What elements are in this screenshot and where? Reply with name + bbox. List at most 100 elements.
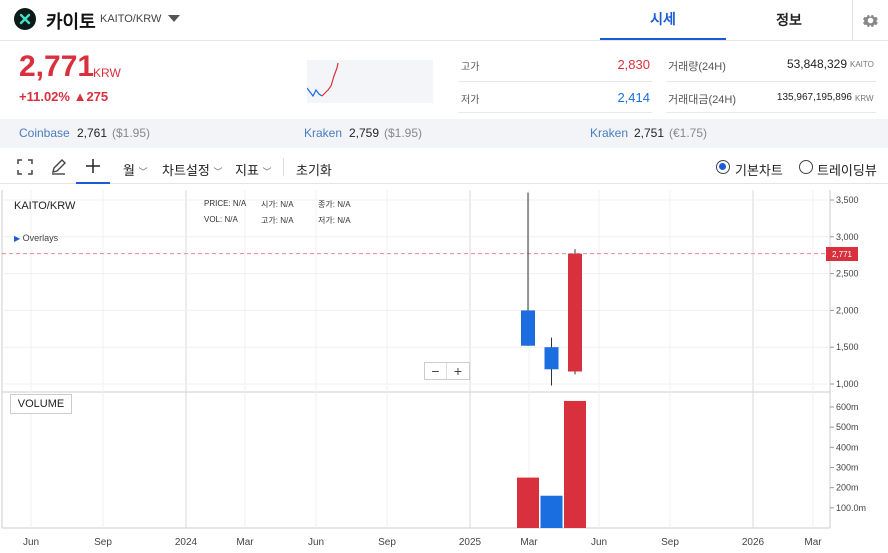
- volume-label: 거래량(24H): [668, 61, 726, 73]
- volume-tick-label: 500m: [836, 422, 859, 432]
- volume-tick-label: 400m: [836, 442, 859, 452]
- amount-label: 거래대금(24H): [668, 94, 736, 106]
- volume-value: 53,848,329: [786, 57, 847, 71]
- info-label: VOL:: [204, 215, 223, 224]
- mini-price-chart: [306, 60, 433, 103]
- price-tick-label: 2,000: [836, 305, 859, 315]
- high-info: 고가: N/A: [261, 215, 294, 226]
- exchange-usd: ($1.95): [112, 126, 151, 140]
- info-value: N/A: [337, 216, 351, 225]
- info-value: N/A: [224, 215, 238, 224]
- info-value: N/A: [280, 216, 294, 225]
- chart-symbol: KAITO/KRW: [14, 200, 76, 212]
- low-label: 저가: [461, 95, 480, 106]
- price-tick-label: 3,500: [836, 195, 859, 205]
- info-label: 고가:: [261, 216, 278, 225]
- x-tick-label: Mar: [520, 537, 538, 548]
- price-tick-label: 1,500: [836, 342, 859, 352]
- basic-chart-radio[interactable]: [716, 160, 730, 174]
- period-label: 월: [123, 163, 135, 178]
- basic-chart-label[interactable]: 기본차트: [735, 160, 783, 179]
- price-unit: KRW: [93, 66, 121, 80]
- x-tick-label: Mar: [804, 537, 822, 548]
- vol-info: VOL: N/A: [204, 215, 238, 224]
- open-info: 시가: N/A: [261, 199, 294, 210]
- info-value: N/A: [232, 199, 247, 208]
- exchange-name[interactable]: Kraken: [304, 126, 342, 140]
- indicators-menu[interactable]: 지표 ﹀: [235, 160, 272, 179]
- pencil-icon[interactable]: [50, 158, 67, 180]
- exchange-usd: ($1.95): [384, 126, 423, 140]
- exchange-name[interactable]: Kraken: [590, 126, 628, 140]
- price-info: PRICE: N/A: [204, 199, 246, 208]
- fullscreen-icon[interactable]: [17, 159, 33, 180]
- x-tick-label: Sep: [94, 537, 112, 548]
- zoom-controls: − +: [424, 362, 470, 380]
- price-tick-label: 1,000: [836, 379, 859, 389]
- x-tick-label: 2024: [175, 537, 198, 548]
- exchange-bar: Coinbase 2,761 ($1.95) Kraken 2,759 ($1.…: [0, 119, 888, 148]
- chart-settings-label: 차트설정: [162, 163, 210, 178]
- period-select[interactable]: 월 ﹀: [123, 160, 148, 179]
- coin-name: 카이토: [46, 12, 96, 32]
- exchange-price: 2,761: [77, 126, 108, 140]
- price-change: +11.02% ▲275: [19, 89, 109, 104]
- candle-body: [544, 347, 559, 370]
- divider: [666, 112, 876, 113]
- overlays-toggle[interactable]: ▶ Overlays: [14, 233, 58, 243]
- exchange-price: 2,751: [634, 126, 665, 140]
- gear-icon[interactable]: [852, 0, 888, 40]
- chevron-down-icon: ﹀: [213, 167, 223, 177]
- volume-bars: [517, 400, 586, 528]
- tradingview-radio[interactable]: [799, 160, 813, 174]
- x-tick-label: Jun: [23, 537, 39, 548]
- high-label: 고가: [461, 62, 480, 73]
- tradingview-label[interactable]: 트레이딩뷰: [817, 160, 877, 179]
- coin-pair: KAITO/KRW: [100, 13, 162, 25]
- x-tick-label: 2026: [742, 537, 765, 548]
- overlays-label: Overlays: [22, 233, 59, 243]
- volume-bar: [564, 400, 586, 528]
- current-price-tag: 2,771: [826, 247, 858, 261]
- zoom-out-button[interactable]: −: [425, 363, 447, 379]
- tab-info[interactable]: 정보: [726, 0, 852, 40]
- volume-panel-label: VOLUME: [10, 394, 72, 414]
- high-value: 2,830: [617, 57, 650, 72]
- divider: [458, 112, 652, 113]
- volume-tick-label: 600m: [836, 402, 859, 412]
- triangle-right-icon: ▶: [14, 234, 21, 243]
- indicators-label: 지표: [235, 163, 259, 178]
- chevron-down-icon[interactable]: [168, 15, 180, 22]
- volume-tick-label: 200m: [836, 483, 859, 493]
- info-value: N/A: [280, 200, 294, 209]
- x-tick-label: Mar: [236, 537, 254, 548]
- info-label: PRICE:: [204, 199, 231, 208]
- x-tick-label: Sep: [661, 537, 679, 548]
- divider: [283, 158, 284, 176]
- candle-body: [568, 253, 582, 372]
- x-tick-label: Jun: [591, 537, 607, 548]
- low-value: 2,414: [617, 90, 650, 105]
- reset-button[interactable]: 초기화: [296, 160, 332, 179]
- exchange-name[interactable]: Coinbase: [19, 126, 70, 140]
- info-label: 종가:: [318, 200, 335, 209]
- close-info: 종가: N/A: [318, 199, 351, 210]
- divider: [666, 81, 876, 82]
- volume-bar: [517, 477, 539, 528]
- zoom-in-button[interactable]: +: [447, 363, 469, 379]
- chart-grid: [1, 190, 834, 529]
- x-tick-label: 2025: [459, 537, 482, 548]
- volume-tick-label: 300m: [836, 463, 859, 473]
- current-price: 2,771: [19, 50, 95, 83]
- info-label: 시가:: [261, 200, 278, 209]
- divider: [458, 81, 652, 82]
- x-tick-label: Sep: [378, 537, 396, 548]
- volume-bar: [540, 495, 563, 528]
- crosshair-icon[interactable]: [76, 150, 110, 184]
- chart-settings-menu[interactable]: 차트설정 ﹀: [162, 160, 222, 179]
- exchange-price: 2,759: [349, 126, 380, 140]
- volume-tick-label: 100.0m: [836, 503, 866, 513]
- price-tick-label: 2,500: [836, 269, 859, 279]
- tab-market[interactable]: 시세: [600, 0, 726, 40]
- candles: [521, 192, 582, 386]
